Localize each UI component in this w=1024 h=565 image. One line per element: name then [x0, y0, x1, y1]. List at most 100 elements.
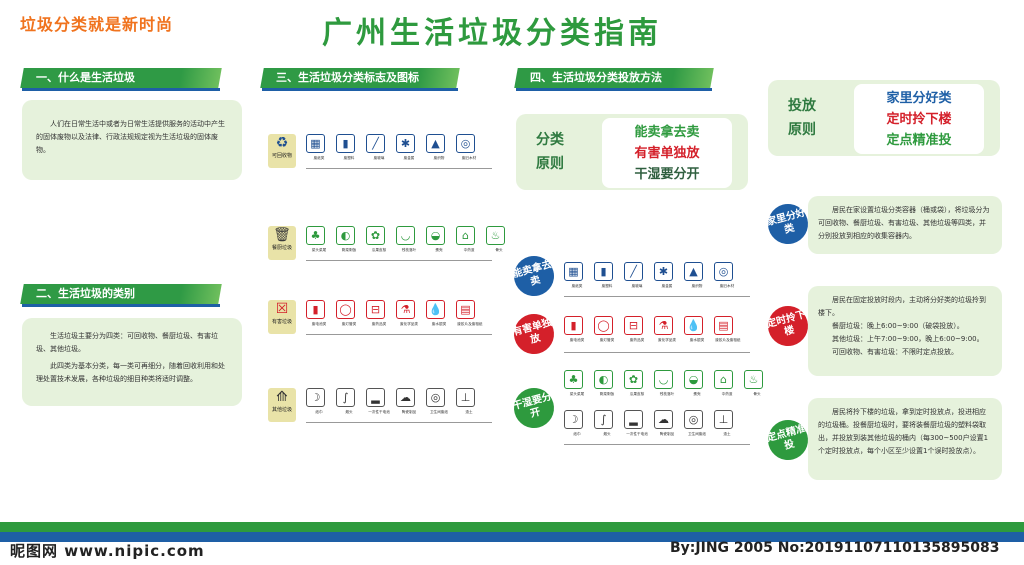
- slogan: 垃圾分类就是新时尚: [20, 15, 174, 34]
- hazardous-item: ⚗ 废化学品类: [396, 300, 422, 327]
- hazardous-badge: ☒ 有害垃圾: [268, 300, 296, 334]
- food-waste-icon: 🗑: [273, 227, 291, 243]
- section-1-header: 一、什么是生活垃圾: [20, 68, 222, 91]
- recyclable-item: ◎ 废旧木材: [714, 262, 740, 289]
- other-item-label: 烟头: [603, 431, 611, 436]
- recyclable-item-label: 废旧木材: [719, 283, 735, 288]
- drop-text-home: 居民在家设置垃圾分类容器（桶或袋），将垃圾分为可回收物、餐厨垃圾、有害垃圾、其他…: [818, 206, 990, 240]
- drop-rule-1: 家里分好类: [886, 91, 952, 106]
- other-item-icon: ◎: [426, 388, 445, 407]
- drop-text-time-1: 餐厨垃圾：晚上6:00~9:00（破袋投放）。: [832, 322, 964, 330]
- kitchen-item-label: 剩菜剩饭: [341, 247, 357, 252]
- hazardous-item-icon: ▤: [456, 300, 475, 319]
- watermark-left: 昵图网 www.nipic.com: [10, 542, 205, 560]
- section-1-title: 一、什么是生活垃圾: [36, 71, 135, 84]
- kitchen-item-icon: ✿: [366, 226, 385, 245]
- method-recyclable-row: ▦ 废纸类 ▮ 废塑料 ╱ 废玻璃 ✱ 废金属 ▲ 废织物 ◎ 废旧木材: [564, 262, 740, 289]
- drop-rule-2: 定时拎下楼: [886, 112, 952, 127]
- section-2-panel: 生活垃圾主要分为四类：可回收物、餐厨垃圾、有害垃圾、其他垃圾。 此四类为基本分类…: [22, 318, 242, 406]
- hazardous-item-icon: ▮: [564, 316, 583, 335]
- recyclable-item-label: 废塑料: [343, 155, 355, 160]
- other-item-label: 卫生间废纸: [688, 431, 706, 436]
- recyclable-item-label: 废纸类: [313, 155, 325, 160]
- kitchen-item: ♣ 菜头菜尾: [564, 370, 590, 397]
- recyclable-item: ╱ 废玻璃: [624, 262, 650, 289]
- kitchen-item: ⌂ 中药渣: [456, 226, 482, 253]
- other-item-label: 纸巾: [573, 431, 581, 436]
- other-item-label: 陶瓷制品: [659, 431, 675, 436]
- other-item-label: 卫生间废纸: [430, 409, 448, 414]
- classify-rule-2: 有害单独放: [634, 146, 700, 161]
- other-item-icon: ☽: [306, 388, 325, 407]
- recyclable-item-icon: ▲: [426, 134, 445, 153]
- drop-tag-time: 定时拎下楼: [763, 301, 813, 351]
- hazardous-item-icon: ⊟: [366, 300, 385, 319]
- kitchen-item: ♣ 菜头菜尾: [306, 226, 332, 253]
- recyclable-item: ▲ 废织物: [684, 262, 710, 289]
- other-item-icon: ⊥: [714, 410, 733, 429]
- other-item-icon: ☽: [564, 410, 583, 429]
- hazardous-item: ⊟ 废药品类: [624, 316, 650, 343]
- other-item-icon: ▂: [366, 388, 385, 407]
- other-item-label: 纸巾: [315, 409, 323, 414]
- hazardous-item: ⊟ 废药品类: [366, 300, 392, 327]
- drop-text-time-intro: 居民在固定投放时段内，主动将分好类的垃圾拎到楼下。: [818, 296, 986, 317]
- other-item: ◎ 卫生间废纸: [684, 410, 710, 437]
- kitchen-item-icon: ⌂: [714, 370, 733, 389]
- tag-sell: 能卖拿去卖: [509, 251, 559, 301]
- other-item-icon: ☁: [396, 388, 415, 407]
- kitchen-item: ◒ 蛋壳: [684, 370, 710, 397]
- kitchen-badge: 🗑 餐厨垃圾: [268, 226, 296, 260]
- recyclable-item-icon: ▮: [594, 262, 613, 281]
- section-2-p2: 此四类为基本分类，每一类可再细分，随着回收利用和处理处置技术发展，各种垃圾的细目…: [36, 362, 225, 383]
- classify-rule-3: 干湿要分开: [634, 167, 700, 182]
- other-item: ▂ 一次性干电池: [624, 410, 650, 437]
- hazardous-item-label: 废胶片及废相纸: [715, 337, 741, 342]
- recyclable-item-label: 废金属: [403, 155, 415, 160]
- kitchen-item: ✿ 瓜果皮核: [366, 226, 392, 253]
- kitchen-item-icon: ♨: [744, 370, 763, 389]
- recyclable-item-label: 废织物: [691, 283, 703, 288]
- recycle-icon: ♻: [275, 135, 289, 151]
- recyclable-item-label: 废玻璃: [631, 283, 643, 288]
- hazardous-item-label: 废电池类: [569, 337, 585, 342]
- other-item-label: 烟头: [345, 409, 353, 414]
- hazardous-item-label: 废胶片及废相纸: [457, 321, 483, 326]
- hazardous-badge-label: 有害垃圾: [271, 319, 292, 325]
- recyclable-item: ▦ 废纸类: [306, 134, 332, 161]
- kitchen-item: ◐ 剩菜剩饭: [336, 226, 362, 253]
- drop-text-time-2: 其他垃圾：上午7:00~9:00，晚上6:00~9:00。: [832, 335, 984, 343]
- kitchen-item-icon: ⌂: [456, 226, 475, 245]
- hazardous-item-icon: ◯: [336, 300, 355, 319]
- recyclable-item-label: 废旧木材: [461, 155, 477, 160]
- kitchen-item-label: 中药渣: [721, 391, 733, 396]
- other-item: ∫ 烟头: [336, 388, 362, 415]
- hazardous-icon-row: ▮ 废电池类 ◯ 废灯管类 ⊟ 废药品类 ⚗ 废化学品类 💧 废水银类 ▤ 废胶片及废相纸: [306, 300, 483, 327]
- other-item-icon: ⊥: [456, 388, 475, 407]
- section-2-header: 二、生活垃圾的类别: [20, 284, 222, 307]
- hazardous-item-icon: 💧: [684, 316, 703, 335]
- kitchen-item-label: 骨头: [753, 391, 761, 396]
- other-item-label: 一次性干电池: [368, 409, 390, 414]
- classify-label-2: 原则: [536, 156, 564, 172]
- other-item: ☽ 纸巾: [564, 410, 590, 437]
- other-item-icon: ◎: [684, 410, 703, 429]
- drop-text-time-3: 可回收物、有害垃圾：不限时定点投放。: [832, 348, 958, 356]
- page-title: 广州生活垃圾分类指南: [322, 16, 662, 51]
- recyclable-item-label: 废塑料: [601, 283, 613, 288]
- section-2-title: 二、生活垃圾的类别: [36, 287, 135, 300]
- kitchen-item-icon: ◡: [654, 370, 673, 389]
- method-kitchen-row: ♣ 菜头菜尾 ◐ 剩菜剩饭 ✿ 瓜果皮核 ◡ 残枝落叶 ◒ 蛋壳 ⌂ 中药渣 ♨ 骨头: [564, 370, 770, 397]
- kitchen-badge-label: 餐厨垃圾: [271, 245, 292, 251]
- drop-principle: 投放 原则 家里分好类 定时拎下楼 定点精准投: [768, 80, 1000, 156]
- hazardous-item: ▤ 废胶片及废相纸: [456, 300, 483, 327]
- recyclable-item: ✱ 废金属: [654, 262, 680, 289]
- kitchen-item-icon: ◡: [396, 226, 415, 245]
- hazardous-item: ▮ 废电池类: [564, 316, 590, 343]
- recyclable-item: ▲ 废织物: [426, 134, 452, 161]
- kitchen-item: ◡ 残枝落叶: [654, 370, 680, 397]
- hazardous-item-icon: ⚗: [396, 300, 415, 319]
- recyclable-badge-label: 可回收物: [271, 153, 292, 159]
- kitchen-item: ♨ 骨头: [744, 370, 770, 397]
- section-3-title: 三、生活垃圾分类标志及图标: [276, 71, 419, 84]
